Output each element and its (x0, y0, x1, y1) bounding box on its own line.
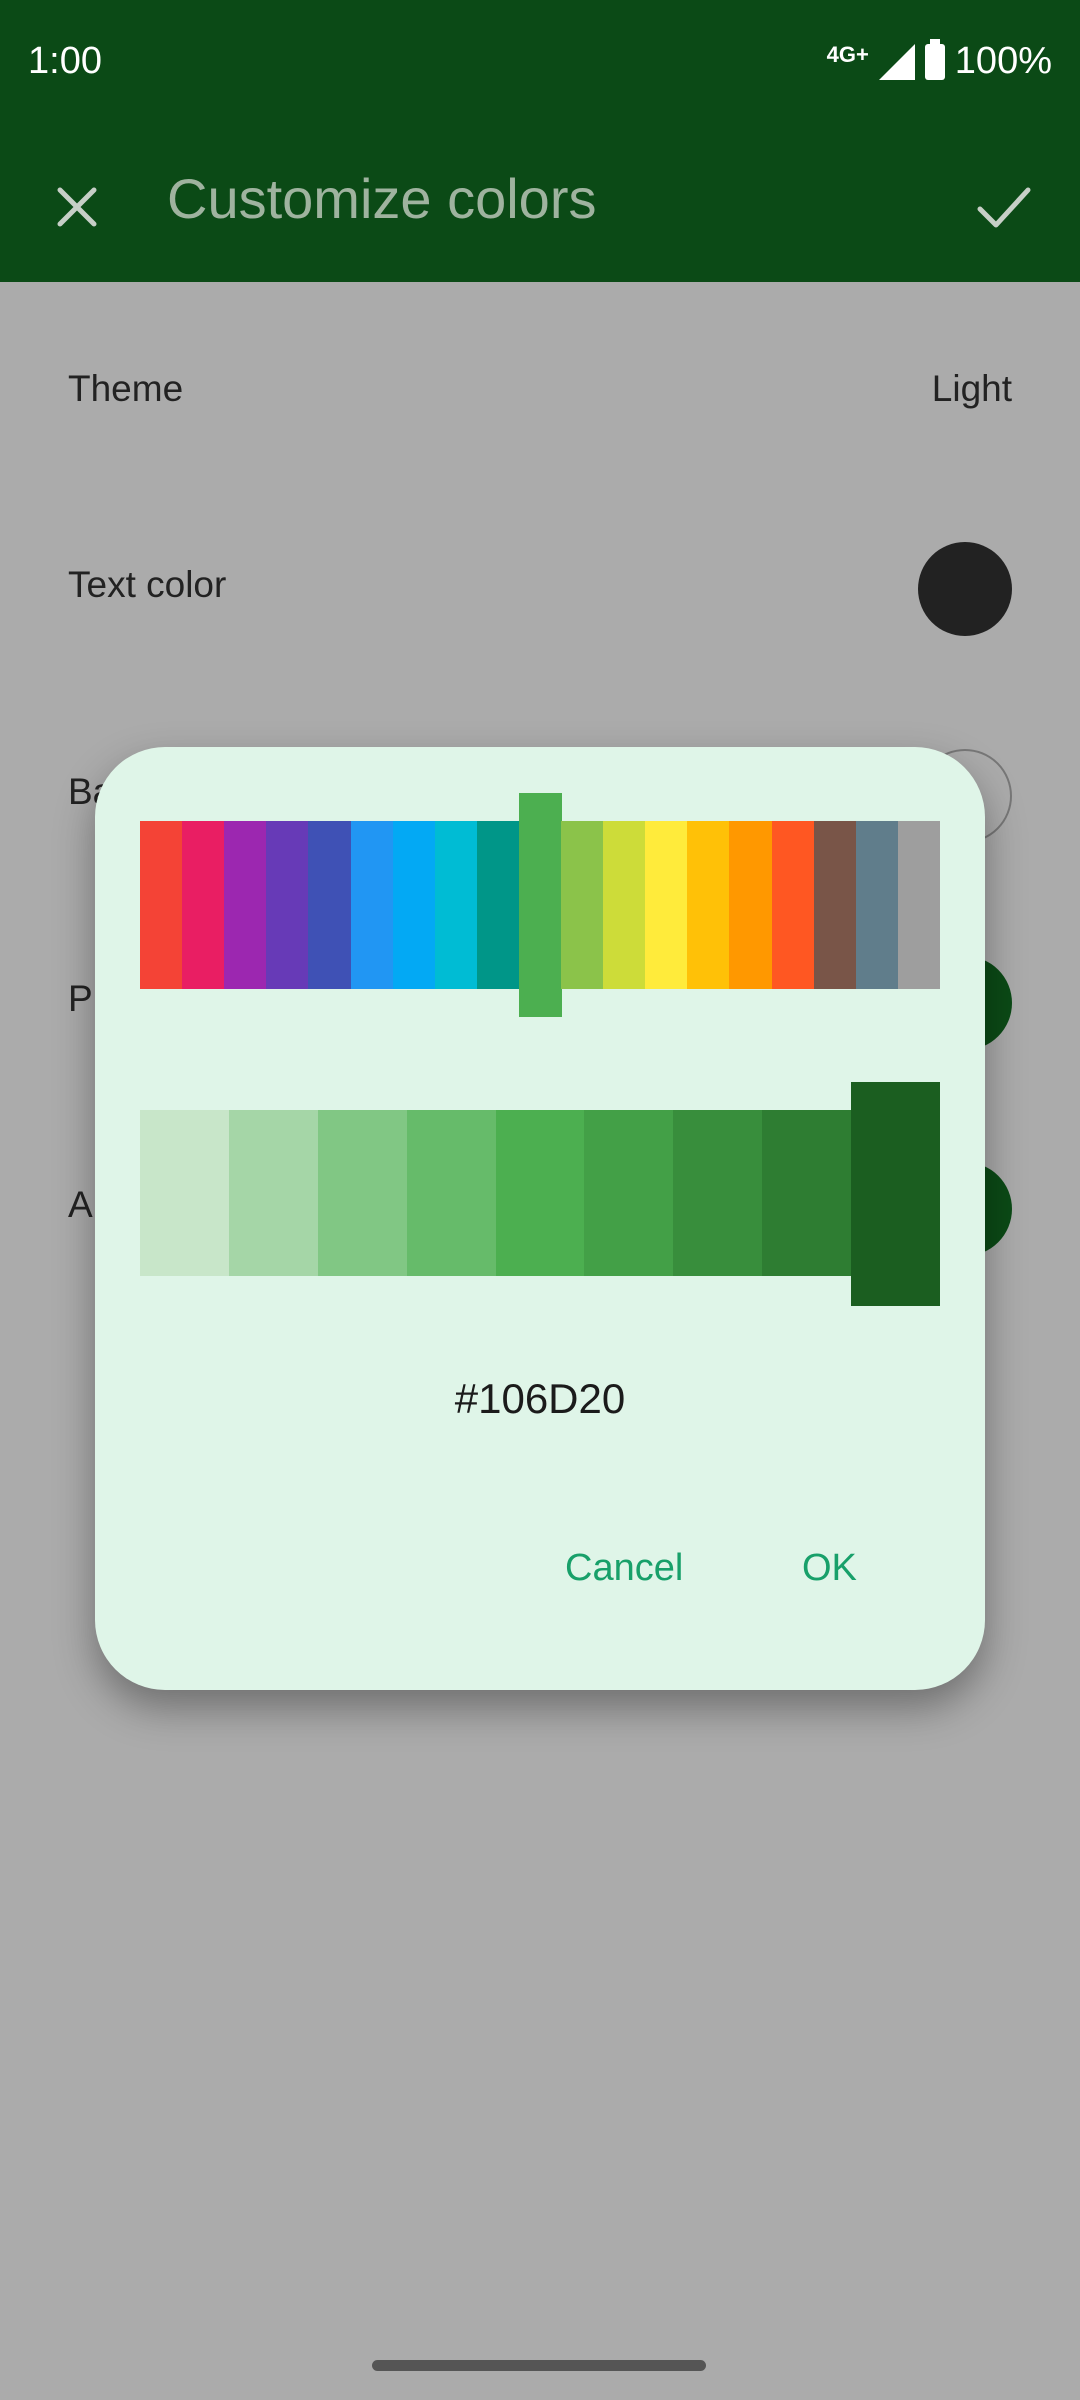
hue-swatch[interactable] (140, 821, 183, 989)
hue-swatch[interactable] (855, 821, 899, 989)
shade-palette (140, 1082, 941, 1306)
setting-theme[interactable]: Theme Light (0, 330, 1080, 450)
setting-theme-value: Light (931, 368, 1012, 409)
ok-button[interactable]: OK (802, 1547, 857, 1590)
shade-swatch[interactable] (673, 1110, 763, 1276)
hue-swatch[interactable] (729, 821, 773, 989)
hue-swatch[interactable] (897, 821, 941, 989)
hue-swatch[interactable] (350, 821, 394, 989)
hue-swatch[interactable] (308, 821, 351, 989)
hue-swatch[interactable] (476, 821, 520, 989)
app-bar: Customize colors (0, 130, 1080, 282)
shade-swatch[interactable] (584, 1110, 674, 1276)
shade-swatch[interactable] (228, 1110, 319, 1276)
hue-swatch[interactable] (434, 821, 478, 989)
hue-swatch[interactable] (392, 821, 436, 989)
check-icon[interactable] (968, 172, 1038, 242)
hue-swatch[interactable] (813, 821, 857, 989)
network-type: 4G+ (826, 41, 869, 67)
hue-swatch[interactable] (603, 821, 646, 989)
color-picker-dialog: #106D20 Cancel OK (95, 747, 985, 1690)
battery-level: 100% (954, 40, 1052, 82)
hue-swatch[interactable] (687, 821, 730, 989)
shade-swatch[interactable] (495, 1110, 585, 1276)
hue-swatch[interactable] (224, 821, 267, 989)
hue-swatch[interactable] (645, 821, 688, 989)
hue-swatch[interactable] (561, 821, 604, 989)
hue-swatch-selected[interactable] (518, 793, 562, 1017)
text-color-swatch[interactable] (918, 542, 1012, 636)
cancel-button[interactable]: Cancel (565, 1547, 683, 1590)
shade-swatch[interactable] (317, 1110, 408, 1276)
shade-swatch-selected[interactable] (851, 1082, 941, 1306)
status-bar: 1:00 4G+ 100% (0, 0, 1080, 130)
shade-swatch[interactable] (406, 1110, 497, 1276)
signal-icon (878, 43, 915, 80)
home-indicator[interactable] (372, 2360, 706, 2371)
setting-text-color[interactable]: Text color (0, 526, 1080, 646)
setting-theme-label: Theme (68, 368, 184, 409)
hex-value: #106D20 (454, 1375, 626, 1422)
hue-swatch[interactable] (266, 821, 309, 989)
battery-icon (924, 38, 945, 80)
shade-swatch[interactable] (762, 1110, 852, 1276)
setting-accent-label: A (68, 1184, 93, 1225)
hue-swatch[interactable] (771, 821, 815, 989)
status-icons: 4G+ 100% (826, 38, 1052, 83)
page-title: Customize colors (167, 167, 597, 230)
shade-swatch[interactable] (140, 1110, 230, 1276)
close-icon[interactable] (42, 172, 112, 242)
hue-palette (140, 793, 941, 1017)
setting-text-color-label: Text color (68, 564, 227, 605)
status-time: 1:00 (28, 40, 102, 82)
hue-swatch[interactable] (182, 821, 225, 989)
